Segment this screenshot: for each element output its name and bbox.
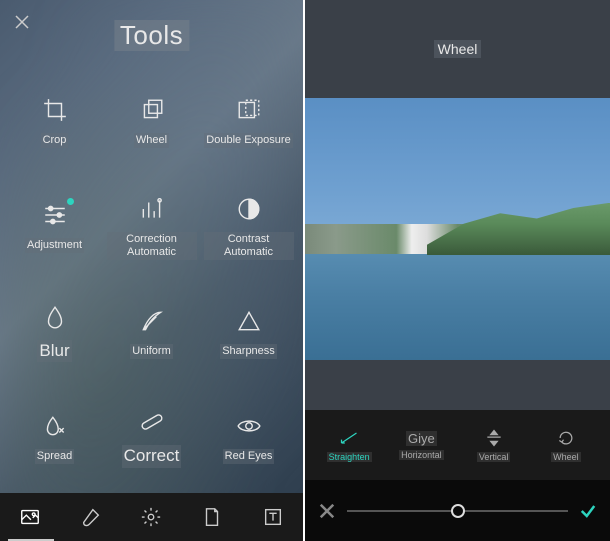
tool-correction-automatic[interactable]: Correction Automatic (103, 175, 200, 280)
tab-vertical[interactable]: Vertical (458, 428, 530, 462)
close-icon[interactable] (14, 14, 30, 30)
tool-adjustment[interactable]: Adjustment (6, 175, 103, 280)
text-icon[interactable] (262, 506, 284, 528)
spread-icon (42, 413, 68, 439)
tool-spread[interactable]: Spread (6, 386, 103, 491)
photo-preview[interactable] (305, 98, 610, 360)
tool-uniform[interactable]: Uniform (103, 281, 200, 386)
tab-label: Horizontal (399, 450, 444, 460)
edit-panel: Wheel Straighten Giye Horizontal Vertica… (305, 0, 610, 541)
bottom-nav (0, 493, 303, 541)
tool-double-exposure[interactable]: Double Exposure (200, 70, 297, 175)
adjust-slider[interactable] (347, 510, 568, 512)
document-icon[interactable] (201, 506, 223, 528)
tool-contrast-automatic[interactable]: Contrast Automatic (200, 175, 297, 280)
drop-icon (42, 304, 68, 330)
tool-blur[interactable]: Blur (6, 281, 103, 386)
tool-label: Spread (35, 449, 74, 464)
tool-label: Adjustment (25, 238, 84, 253)
tab-label: Straighten (327, 452, 372, 462)
photo-icon[interactable] (19, 506, 41, 528)
tool-sharpness[interactable]: Sharpness (200, 281, 297, 386)
eye-icon (236, 413, 262, 439)
tool-wheel[interactable]: Wheel (103, 70, 200, 175)
tab-horizontal[interactable]: Giye Horizontal (385, 431, 457, 460)
rotate-wheel-icon (556, 428, 576, 448)
rotate-icon (139, 97, 165, 123)
tab-straighten[interactable]: Straighten (313, 428, 385, 462)
double-exposure-icon (236, 97, 262, 123)
tools-grid: Crop Wheel Double Exposure Adjustment (0, 70, 303, 491)
confirm-icon[interactable] (578, 501, 598, 521)
flip-vertical-icon (484, 428, 504, 448)
tool-label: Uniform (130, 344, 173, 359)
edit-spacer (305, 360, 610, 410)
transform-tabs: Straighten Giye Horizontal Vertical Whee… (305, 410, 610, 480)
tool-label: Contrast Automatic (204, 232, 294, 260)
tool-label: Correction Automatic (107, 232, 197, 260)
brush-icon[interactable] (80, 506, 102, 528)
feather-icon (139, 308, 165, 334)
tool-crop[interactable]: Crop (6, 70, 103, 175)
tool-label: Crop (41, 133, 69, 148)
edit-title: Wheel (434, 40, 482, 58)
sliders-icon (42, 202, 68, 228)
tool-red-eyes[interactable]: Red Eyes (200, 386, 297, 491)
straighten-icon (339, 428, 359, 448)
settings-icon[interactable] (140, 506, 162, 528)
tab-big-label: Giye (406, 431, 437, 446)
panel-title: Tools (114, 20, 189, 51)
slider-thumb[interactable] (451, 504, 465, 518)
tool-label: Red Eyes (223, 449, 275, 464)
crop-icon (42, 97, 68, 123)
slider-row (305, 480, 610, 541)
tool-label: Wheel (134, 133, 169, 148)
tab-label: Wheel (551, 452, 581, 462)
tools-panel: Tools Crop Wheel Double Exposure (0, 0, 303, 541)
tool-label: Double Exposure (204, 133, 292, 148)
tool-label: Blur (37, 340, 71, 362)
tab-wheel[interactable]: Wheel (530, 428, 602, 462)
tab-label: Vertical (477, 452, 511, 462)
tool-label: Sharpness (220, 344, 277, 359)
new-indicator-dot (67, 198, 74, 205)
triangle-icon (236, 308, 262, 334)
edit-header: Wheel (305, 0, 610, 98)
cancel-icon[interactable] (317, 501, 337, 521)
tool-correct[interactable]: Correct (103, 386, 200, 491)
bandage-icon (139, 409, 165, 435)
tool-label: Correct (122, 445, 182, 467)
bars-icon (139, 196, 165, 222)
contrast-icon (236, 196, 262, 222)
